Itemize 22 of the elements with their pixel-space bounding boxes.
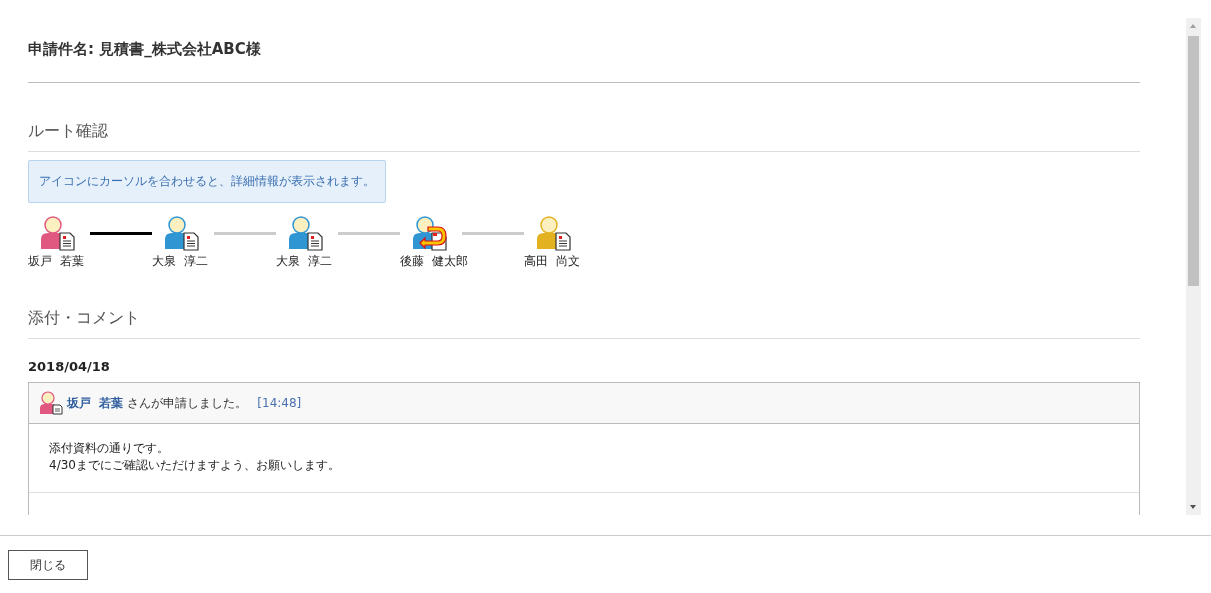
approver-name: 高田 尚文 — [524, 253, 580, 270]
approver-name: 坂戸 若葉 — [28, 253, 84, 270]
scrollbar[interactable] — [1186, 18, 1201, 515]
comment-date: 2018/04/18 — [28, 359, 111, 374]
approver-name: 大泉 淳二 — [152, 253, 208, 270]
person-icon[interactable] — [40, 215, 76, 251]
person-icon[interactable] — [536, 215, 572, 251]
comment-action: さんが申請しました。 — [127, 394, 248, 412]
info-message: アイコンにカーソルを合わせると、詳細情報が表示されます。 — [28, 160, 386, 203]
comment-text: 添付資料の通りです。 — [49, 440, 170, 457]
section-heading: 添付・コメント — [28, 308, 141, 328]
person-icon[interactable] — [412, 215, 448, 251]
person-icon[interactable] — [164, 215, 200, 251]
person-icon[interactable] — [288, 215, 324, 251]
user-link[interactable]: 坂戸 若葉 — [67, 394, 124, 412]
request-title: 申請件名: 見積書_株式会社ABC様 — [28, 40, 262, 60]
approver-name: 大泉 淳二 — [276, 253, 332, 270]
comment-text: 4/30までにご確認いただけますよう、お願いします。 — [49, 457, 341, 474]
approver-name: 後藤 健太郎 — [400, 253, 468, 270]
comment-time: [14:48] — [257, 396, 302, 410]
section-heading: ルート確認 — [28, 121, 109, 141]
close-button[interactable]: 閉じる — [8, 550, 88, 580]
